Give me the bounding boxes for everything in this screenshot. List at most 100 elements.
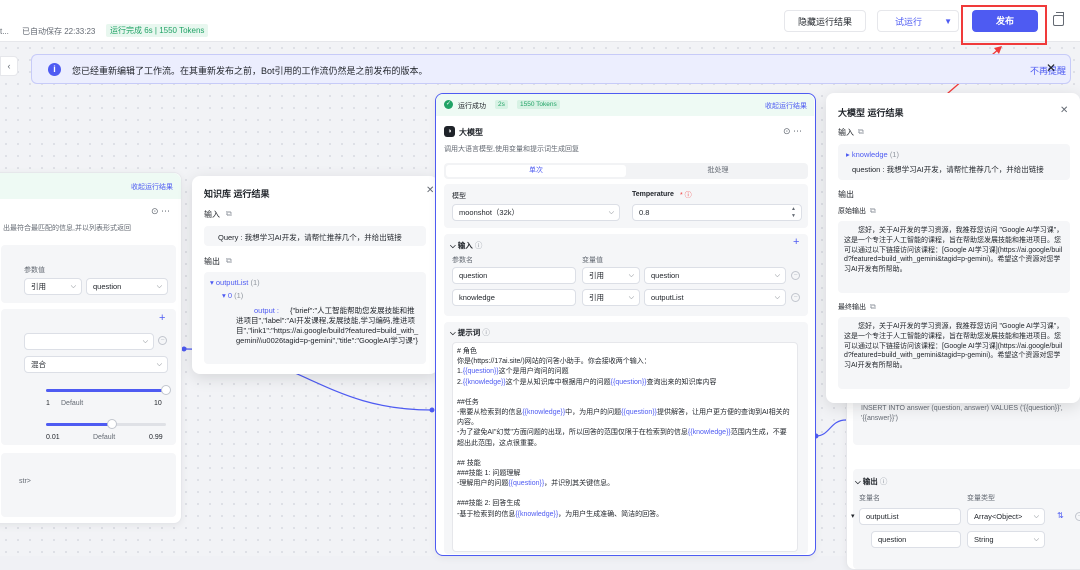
prompt-line: ###技能 2: 回答生成 xyxy=(457,500,521,508)
autosave-status: 已自动保存 22:33:23 xyxy=(22,27,96,36)
kb-output-label: 输出 xyxy=(204,257,220,266)
mode-select[interactable]: 混合 ⌵ xyxy=(24,356,168,373)
var-label: question xyxy=(651,271,680,280)
remove-icon[interactable]: − xyxy=(791,293,800,302)
var-name-input[interactable]: question xyxy=(871,531,961,548)
add-icon[interactable]: + xyxy=(159,312,165,324)
temperature-value: 0.8 xyxy=(639,208,650,217)
prompt-line: 1.{{question}}这个是用户询问的问题 xyxy=(457,368,569,376)
slider1-min: 1 xyxy=(46,400,50,407)
run-status: 运行成功 xyxy=(458,103,486,110)
copy-icon[interactable]: ⧉ xyxy=(226,209,232,219)
param-name-input[interactable]: question xyxy=(452,267,576,284)
var-select[interactable]: outputList ⌵ xyxy=(644,289,786,306)
republish-notice: i 您已经重新编辑了工作流。在其重新发布之前，Bot引用的工作流仍然是之前发布的… xyxy=(31,54,1071,84)
chevron-down-icon: ⌵ xyxy=(156,361,162,368)
collapse-results-link[interactable]: 收起运行结果 xyxy=(765,101,807,111)
prompt-line xyxy=(457,388,793,398)
add-icon[interactable]: + xyxy=(793,236,799,248)
hide-results-button[interactable]: 隐藏运行结果 xyxy=(784,10,866,32)
temperature-label: Temperature xyxy=(632,191,674,198)
remove-icon[interactable]: − xyxy=(1075,512,1080,521)
temperature-input[interactable]: 0.8 ▲ ▼ xyxy=(632,204,802,221)
chevron-down-icon: ⌵ xyxy=(628,294,634,301)
success-icon: ✓ xyxy=(444,100,453,109)
test-run-button[interactable]: 试运行 ▼ xyxy=(877,10,959,32)
remove-icon[interactable]: − xyxy=(158,336,167,345)
model-select[interactable]: moonshot（32k） ⌵ xyxy=(452,204,620,221)
item-key[interactable]: ▾ 0 (1) xyxy=(222,291,243,300)
topk-slider-handle[interactable] xyxy=(161,385,171,395)
ref-select[interactable]: 引用 ⌵ xyxy=(582,267,640,284)
knowledge-node[interactable]: 收起运行结果 ⊙ ⋯ 出最符合最匹配的信息,并以列表形式返回 参数值 引用 ⌵ q… xyxy=(0,172,182,524)
sidebar-collapse-button[interactable]: ‹ xyxy=(0,56,18,76)
prompt-editor[interactable]: # 角色 你是(https://17ai.site/)网站的问答小助手。你会接收两… xyxy=(452,342,798,552)
output-section-toggle[interactable]: ⌵ 输出 ⓘ xyxy=(855,476,887,487)
play-icon[interactable]: ⊙ ⋯ xyxy=(783,126,802,137)
item-index: 0 xyxy=(227,291,233,300)
info-icon: i xyxy=(48,63,61,76)
caret-down-icon[interactable]: ▼ xyxy=(944,11,952,33)
var-name-input[interactable]: outputList xyxy=(859,508,961,525)
param-name-header: 参数名 xyxy=(452,257,473,264)
var-type: Array<Object> xyxy=(974,512,1023,521)
var-name-header: 变量名 xyxy=(859,495,880,502)
copy-icon[interactable]: ⧉ xyxy=(870,302,876,312)
chevron-down-icon: ⌵ xyxy=(142,338,148,345)
ref-select[interactable]: 引用 ⌵ xyxy=(24,278,82,295)
db-node[interactable]: INSERT INTO answer (question, answer) VA… xyxy=(846,380,1080,570)
prompt-section-toggle[interactable]: ⌵ 提示词 ⓘ xyxy=(450,327,490,338)
prompt-line xyxy=(457,489,793,499)
stepper-icon[interactable]: ▲ ▼ xyxy=(791,206,796,220)
slider1-max: 10 xyxy=(154,400,162,407)
copy-icon[interactable]: ⧉ xyxy=(226,256,232,266)
prompt-section-label: 提示词 xyxy=(457,328,481,337)
expand-icon[interactable]: ▾ xyxy=(851,512,855,520)
run-time-badge: 2s xyxy=(495,100,508,109)
output-list-key[interactable]: ▾ outputList (1) xyxy=(210,278,260,287)
llm-output-label: 输出 xyxy=(838,190,854,199)
question-line: question : 我想学习AI开发，请帮忙推荐几个，并给出链接 xyxy=(852,165,1044,174)
knowledge-key[interactable]: ▸ knowledge (1) xyxy=(846,150,899,159)
input-section-label: 输入 xyxy=(457,241,473,250)
input-section-toggle[interactable]: ⌵ 输入 ⓘ xyxy=(450,240,482,251)
llm-result-title: 大模型 运行结果 xyxy=(838,108,904,118)
kb-input-label: 输入 xyxy=(204,210,220,219)
prompt-line xyxy=(457,449,793,459)
score-slider-handle[interactable] xyxy=(107,419,117,429)
tab-batch[interactable]: 批处理 xyxy=(628,165,808,177)
var-type-select[interactable]: String ⌵ xyxy=(967,531,1045,548)
chevron-down-icon: ⌵ xyxy=(70,283,76,290)
ref-select[interactable]: 引用 ⌵ xyxy=(582,289,640,306)
kb-query: Query : 我想学习AI开发，请帮忙推荐几个，并给出链接 xyxy=(218,233,402,242)
param-name-input[interactable]: knowledge xyxy=(452,289,576,306)
play-icon[interactable]: ⊙ ⋯ xyxy=(151,206,170,217)
close-icon[interactable]: ✕ xyxy=(1046,61,1056,75)
node-description: 出最符合最匹配的信息,并以列表形式返回 xyxy=(3,225,131,232)
var-select[interactable]: question ⌵ xyxy=(644,267,786,284)
sql-line-1: INSERT INTO answer (question, answer) VA… xyxy=(861,405,1063,412)
add-child-icon[interactable]: ⇅ xyxy=(1057,511,1064,520)
title-ellipsis: t... xyxy=(0,27,9,36)
prompt-line: ## 技能 xyxy=(457,459,481,467)
copy-icon[interactable] xyxy=(1053,12,1064,26)
mode-select-top[interactable]: ⌵ xyxy=(24,333,154,350)
chevron-down-icon: ⌵ xyxy=(1033,536,1039,543)
collapse-results-link[interactable]: 收起运行结果 xyxy=(131,182,173,192)
item-count: (1) xyxy=(234,291,244,300)
output-list-count: (1) xyxy=(250,278,260,287)
slider2-max: 0.99 xyxy=(149,434,163,441)
tab-single[interactable]: 单次 xyxy=(446,165,626,177)
var-type-select[interactable]: Array<Object> ⌵ xyxy=(967,508,1045,525)
copy-icon[interactable]: ⧉ xyxy=(870,206,876,216)
close-icon[interactable]: ✕ xyxy=(426,185,434,196)
remove-icon[interactable]: − xyxy=(791,271,800,280)
output-list-label: outputList xyxy=(215,278,249,287)
output-section-label: 输出 xyxy=(862,477,878,486)
llm-node[interactable]: ✓ 运行成功 2s 1550 Tokens 收起运行结果 ◑ 大模型 ⊙ ⋯ 调… xyxy=(435,93,816,556)
chevron-down-icon: ⌵ xyxy=(608,209,614,216)
prompt-line: # 角色 xyxy=(457,348,477,355)
copy-icon[interactable]: ⧉ xyxy=(858,127,864,137)
var-select[interactable]: question ⌵ xyxy=(86,278,168,295)
close-icon[interactable]: ✕ xyxy=(1060,105,1068,116)
